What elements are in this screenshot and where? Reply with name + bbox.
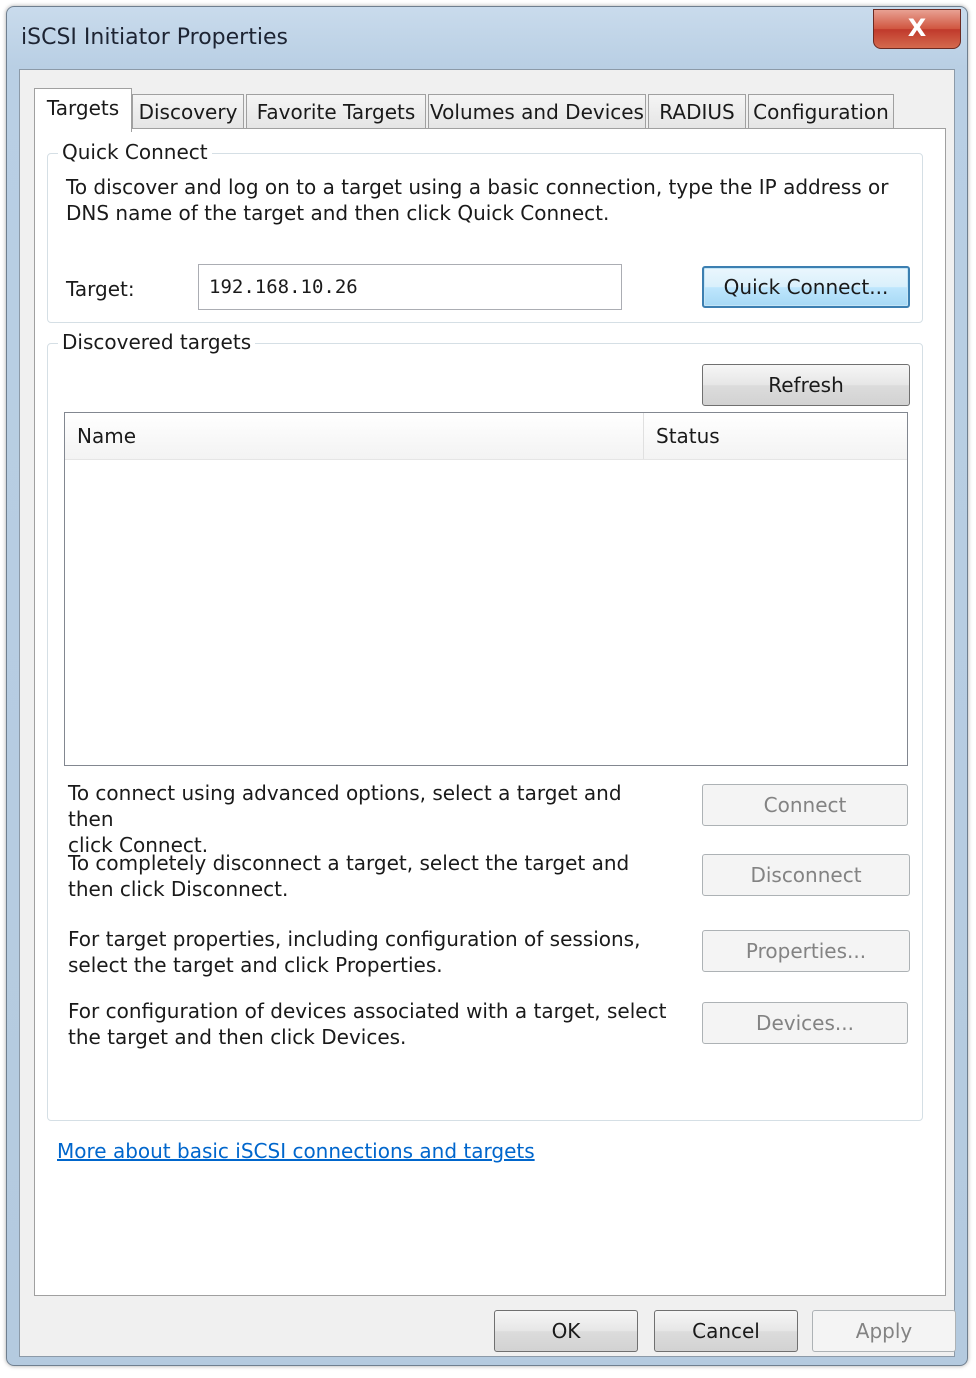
tab-targets[interactable]: Targets xyxy=(34,88,132,132)
quick-connect-description-line2: DNS name of the target and then click Qu… xyxy=(66,201,610,225)
dialog-client-area: Targets Discovery Favorite Targets Volum… xyxy=(19,69,956,1357)
help-link[interactable]: More about basic iSCSI connections and t… xyxy=(57,1139,535,1163)
iscsi-properties-dialog: iSCSI Initiator Properties X Targets Dis… xyxy=(6,6,968,1366)
devices-instructions: For configuration of devices associated … xyxy=(68,998,668,1050)
quick-connect-description: To discover and log on to a target using… xyxy=(66,174,906,226)
devices-instructions-line2: the target and then click Devices. xyxy=(68,1025,407,1049)
close-icon: X xyxy=(907,14,927,42)
connect-instructions: To connect using advanced options, selec… xyxy=(68,780,668,858)
disconnect-button[interactable]: Disconnect xyxy=(702,854,910,896)
column-header-name[interactable]: Name xyxy=(65,413,643,459)
properties-button[interactable]: Properties... xyxy=(702,930,910,972)
target-input[interactable] xyxy=(198,264,622,310)
tab-configuration[interactable]: Configuration xyxy=(748,94,894,130)
properties-instructions: For target properties, including configu… xyxy=(68,926,668,978)
targets-tab-panel: Quick Connect To discover and log on to … xyxy=(34,128,946,1296)
quick-connect-description-line1: To discover and log on to a target using… xyxy=(66,175,889,199)
window-title: iSCSI Initiator Properties xyxy=(21,25,288,50)
tab-radius[interactable]: RADIUS xyxy=(648,94,746,130)
ok-button[interactable]: OK xyxy=(494,1310,638,1352)
properties-instructions-line1: For target properties, including configu… xyxy=(68,927,641,951)
title-bar[interactable]: iSCSI Initiator Properties X xyxy=(7,7,967,69)
cancel-button[interactable]: Cancel xyxy=(654,1310,798,1352)
close-button[interactable]: X xyxy=(873,9,961,49)
connect-button[interactable]: Connect xyxy=(702,784,908,826)
tab-favorite-targets[interactable]: Favorite Targets xyxy=(246,94,426,130)
discovered-targets-list[interactable]: Name Status xyxy=(64,412,908,766)
target-label: Target: xyxy=(66,277,135,301)
disconnect-instructions: To completely disconnect a target, selec… xyxy=(68,850,668,902)
apply-button[interactable]: Apply xyxy=(812,1310,956,1352)
refresh-button[interactable]: Refresh xyxy=(702,364,910,406)
quick-connect-legend: Quick Connect xyxy=(58,140,212,164)
list-header: Name Status xyxy=(65,413,907,460)
devices-button[interactable]: Devices... xyxy=(702,1002,908,1044)
disconnect-instructions-line2: then click Disconnect. xyxy=(68,877,289,901)
quick-connect-button[interactable]: Quick Connect... xyxy=(702,266,910,308)
connect-instructions-line1: To connect using advanced options, selec… xyxy=(68,781,622,831)
tab-volumes-and-devices[interactable]: Volumes and Devices xyxy=(428,94,646,130)
quick-connect-group: Quick Connect To discover and log on to … xyxy=(47,140,923,323)
properties-instructions-line2: select the target and click Properties. xyxy=(68,953,443,977)
discovered-targets-legend: Discovered targets xyxy=(58,330,256,354)
devices-instructions-line1: For configuration of devices associated … xyxy=(68,999,667,1023)
disconnect-instructions-line1: To completely disconnect a target, selec… xyxy=(68,851,630,875)
discovered-targets-group: Discovered targets Refresh Name Status T… xyxy=(47,330,923,1121)
tab-discovery[interactable]: Discovery xyxy=(132,94,244,130)
column-header-status[interactable]: Status xyxy=(643,413,907,459)
